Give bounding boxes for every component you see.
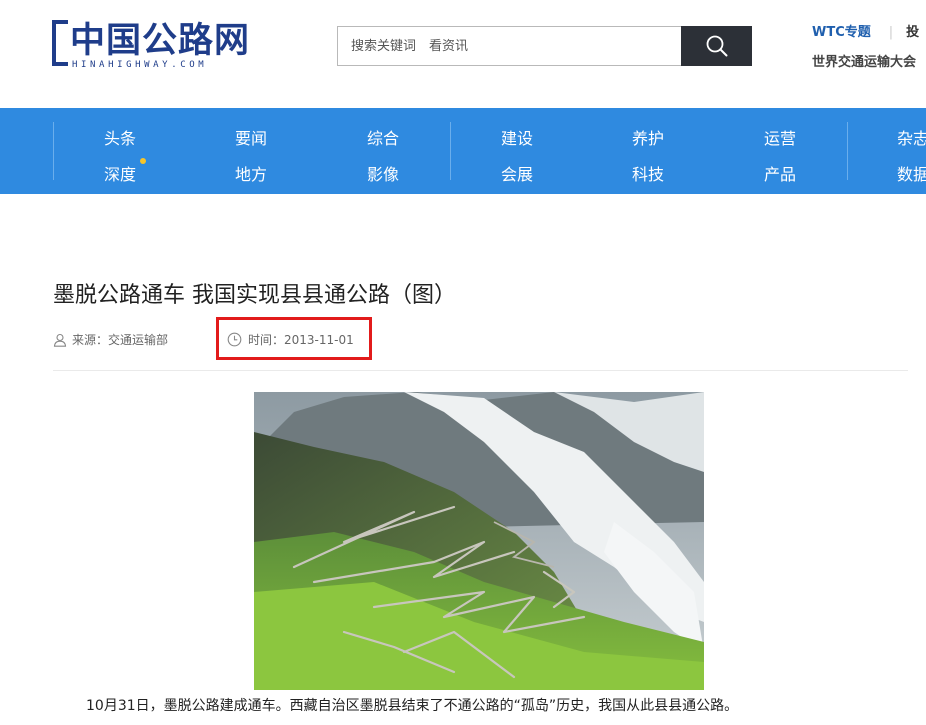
article-body-text: 10月31日，墨脱公路建成通车。西藏自治区墨脱县结束了不通公路的“孤岛”历史，我… [86,698,739,714]
nav-item-local[interactable]: 地方 [235,161,267,185]
search-input[interactable] [338,27,682,65]
main-nav: 头条 深度 要闻 地方 综合 影像 建设 会展 养护 科技 运营 产品 杂志 数… [0,108,926,194]
search-icon [706,35,727,57]
wtc-subtitle-link[interactable]: 世界交通运输大会 [812,51,916,70]
nav-item-magazine[interactable]: 杂志 [897,125,926,149]
divider-line [53,370,908,371]
nav-item-data[interactable]: 数据 [897,161,926,185]
nav-item-general[interactable]: 综合 [367,125,399,149]
nav-item-construction[interactable]: 建设 [501,125,533,149]
mountain-road-image [254,392,704,690]
nav-item-depth[interactable]: 深度 [104,161,136,185]
highlight-box [216,317,372,360]
article-source-text: 来源：交通运输部 [72,333,169,347]
site-logo[interactable]: 中国公路网 HINAHIGHWAY.COM [52,18,262,72]
top-link-submit[interactable]: 投 [906,25,919,40]
nav-divider [847,122,848,180]
nav-item-maintenance[interactable]: 养护 [632,125,664,149]
nav-item-exhibitions[interactable]: 会展 [501,161,533,185]
nav-item-operations[interactable]: 运营 [764,125,796,149]
article-source: 来源：交通运输部 [53,331,168,348]
nav-item-headlines[interactable]: 头条 [104,125,136,149]
search-button[interactable] [681,26,752,66]
site-header: 中国公路网 HINAHIGHWAY.COM WTC专题 | 投 世界交通运输大会 [0,0,926,108]
nav-item-products[interactable]: 产品 [764,161,796,185]
new-dot-indicator [140,158,146,164]
logo-bracket [52,20,68,66]
wtc-topic-link[interactable]: WTC专题 [812,25,871,40]
top-links: WTC专题 | 投 [812,21,919,40]
search-box [337,26,682,66]
nav-divider [53,122,54,180]
top-link-separator: | [888,25,894,40]
article-title: 墨脱公路通车 我国实现县县通公路（图） [53,283,456,308]
nav-item-images[interactable]: 影像 [367,161,399,185]
nav-divider [450,122,451,180]
article-photo [254,392,704,690]
nav-item-news[interactable]: 要闻 [235,125,267,149]
nav-item-technology[interactable]: 科技 [632,161,664,185]
logo-subtext: HINAHIGHWAY.COM [72,60,208,70]
logo-text: 中国公路网 [70,21,251,61]
user-icon [53,333,67,347]
